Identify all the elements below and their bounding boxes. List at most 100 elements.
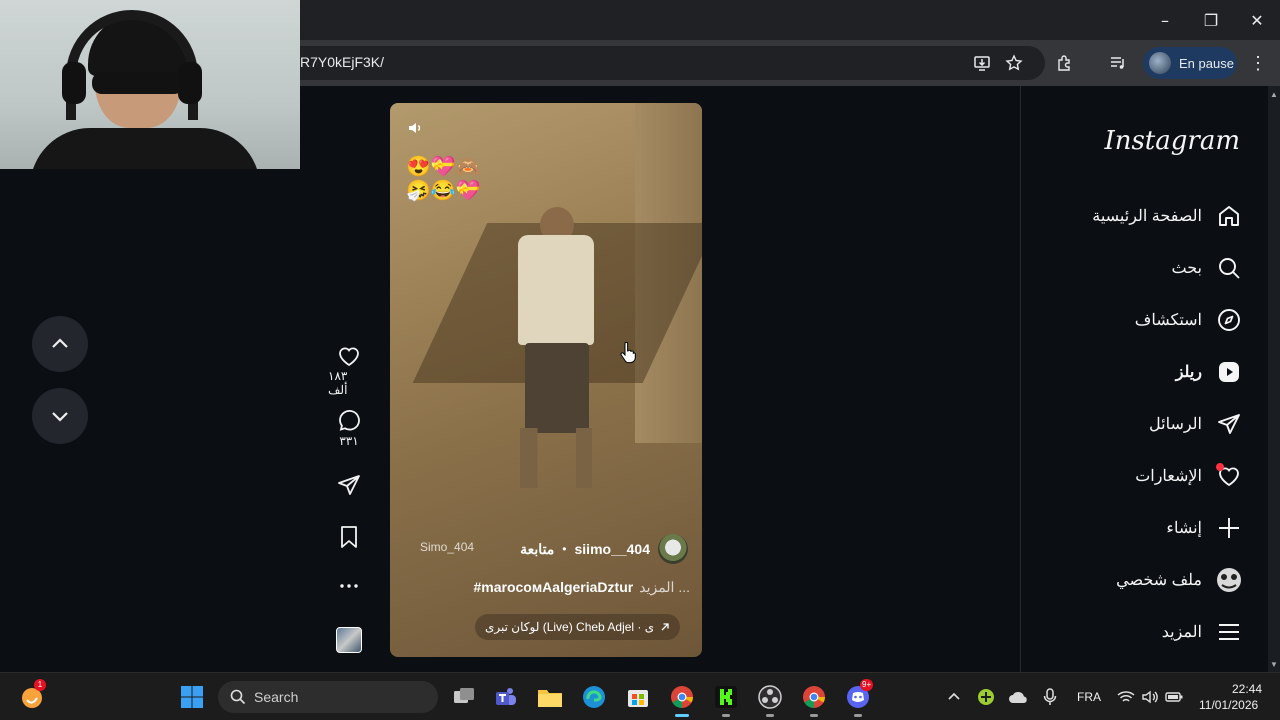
address-bar[interactable] [280, 46, 1045, 80]
previous-reel-button[interactable] [32, 316, 88, 372]
audio-thumbnail[interactable] [336, 627, 362, 653]
arrow-up-right-icon [661, 623, 669, 631]
profile-avatar [1149, 52, 1171, 74]
sidebar-item-label: ملف شخصي [1116, 572, 1202, 589]
compass-icon [1216, 307, 1242, 333]
webcam-person-shirt [30, 128, 260, 169]
heart-icon [1216, 463, 1242, 489]
close-icon[interactable]: ✕ [1234, 0, 1280, 40]
video-person-legs [525, 343, 589, 433]
share-action [328, 473, 370, 497]
follow-button[interactable]: متابعة [520, 541, 554, 558]
sidebar-item-label: بحث [1171, 260, 1203, 277]
taskbar-search-label: Search [254, 689, 299, 705]
sidebar-item-label: إنشاء [1166, 520, 1202, 537]
like-action: ١٨٣ ألف [328, 345, 370, 397]
windows-taskbar: 1 Search 9+ FRA 22:44 11/01/2026 [0, 672, 1280, 720]
clock-time[interactable]: 22:44 [1232, 682, 1262, 696]
sidebar-item-notifications[interactable]: الإشعارات [1135, 460, 1242, 492]
save-action [328, 525, 370, 549]
reel-caption: #marocoмAalgeriaDztur المزيد ... [450, 579, 690, 596]
chrome-icon[interactable] [668, 683, 696, 717]
webcam-overlay [0, 0, 300, 169]
webcam-headset [66, 10, 198, 120]
bookmark-icon[interactable] [338, 525, 360, 549]
sidebar-item-explore[interactable]: استكشاف [1135, 304, 1242, 336]
language-indicator[interactable]: FRA [1077, 690, 1101, 704]
more-horizontal-icon[interactable] [337, 578, 361, 594]
author-avatar[interactable] [658, 534, 688, 564]
page-scrollbar[interactable]: ▲ ▼ [1268, 86, 1280, 672]
chevron-up-icon[interactable] [940, 683, 968, 711]
task-view-icon[interactable] [450, 683, 478, 711]
sidebar-item-home[interactable]: الصفحة الرئيسية [1092, 200, 1242, 232]
scroll-up-icon[interactable]: ▲ [1270, 90, 1278, 99]
sidebar-item-label: ريلز [1175, 364, 1202, 381]
sidebar-item-profile[interactable]: ملف شخصي [1116, 564, 1242, 596]
heart-icon[interactable] [337, 345, 361, 367]
active-app-indicator [675, 714, 689, 717]
like-count: ١٨٣ ألف [328, 369, 348, 397]
running-app-indicator [854, 714, 862, 717]
kick-app-icon[interactable] [712, 683, 740, 717]
author-username[interactable]: siimo__404 [575, 541, 651, 557]
install-app-icon[interactable] [968, 49, 996, 77]
clock-date[interactable]: 11/01/2026 [1199, 698, 1258, 712]
widgets-app-icon[interactable]: 1 [18, 679, 46, 711]
webcam-headset-ear-right [178, 62, 202, 104]
audio-track-pill[interactable]: لوكان تبرى (Live) Cheb Adjel · ى [475, 614, 681, 640]
sound-toggle-icon[interactable] [404, 117, 426, 139]
tray-app-icon[interactable] [972, 683, 1000, 711]
sidebar-item-search[interactable]: بحث [1172, 252, 1243, 284]
battery-icon[interactable] [1160, 683, 1188, 711]
chevron-down-icon [52, 412, 68, 422]
chrome-profile-icon[interactable] [800, 683, 828, 717]
microsoft-store-icon[interactable] [624, 683, 652, 711]
comment-action: ٣٣١ [328, 408, 370, 448]
home-icon [1216, 203, 1242, 229]
sidebar-item-label: المزيد [1161, 624, 1202, 641]
minimize-icon[interactable]: – [1142, 0, 1188, 40]
file-explorer-icon[interactable] [536, 683, 564, 711]
hand-cursor-icon [620, 342, 636, 364]
instagram-sidebar: Instagram الصفحة الرئيسية بحث استكشاف ري… [1020, 86, 1268, 672]
browser-menu-icon[interactable]: ⋮ [1249, 53, 1267, 73]
restore-icon[interactable]: ❐ [1188, 0, 1234, 40]
running-app-indicator [722, 714, 730, 717]
sidebar-item-messages[interactable]: الرسائل [1149, 408, 1242, 440]
separator-dot: • [562, 542, 567, 556]
caption-hashtags[interactable]: #marocoмAalgeriaDztur [473, 579, 633, 596]
teams-icon[interactable] [492, 683, 520, 711]
microphone-icon[interactable] [1036, 683, 1064, 711]
next-reel-button[interactable] [32, 388, 88, 444]
audio-track-label: لوكان تبرى (Live) Cheb Adjel · ى [485, 620, 655, 634]
comment-icon[interactable] [337, 408, 361, 432]
sidebar-item-label: الرسائل [1149, 416, 1202, 433]
obs-studio-icon[interactable] [756, 683, 784, 717]
sidebar-item-label: الإشعارات [1135, 468, 1202, 485]
sidebar-item-create[interactable]: إنشاء [1166, 512, 1242, 544]
notification-dot [1216, 463, 1224, 471]
edge-browser-icon[interactable] [580, 683, 608, 711]
onedrive-cloud-icon[interactable] [1004, 683, 1032, 711]
bookmark-star-icon[interactable] [1000, 49, 1028, 77]
reel-video[interactable]: 😍💝🙈 🤧😂💝 Simo_404 متابعة • siimo__404 #ma… [390, 103, 702, 657]
instagram-logo[interactable]: Instagram [1104, 126, 1240, 156]
paper-plane-icon[interactable] [337, 473, 361, 497]
media-control-icon[interactable] [1104, 49, 1132, 77]
taskbar-search[interactable]: Search [218, 681, 438, 713]
discord-icon[interactable]: 9+ [844, 679, 874, 717]
running-app-indicator [766, 714, 774, 717]
sidebar-item-more[interactable]: المزيد [1162, 616, 1242, 648]
widgets-badge: 1 [34, 679, 46, 691]
url-text[interactable]: R7Y0kEjF3K/ [300, 54, 384, 70]
caption-more-link[interactable]: المزيد ... [639, 579, 690, 596]
extensions-icon[interactable] [1051, 49, 1079, 77]
scroll-down-icon[interactable]: ▼ [1270, 660, 1278, 669]
paper-plane-icon [1216, 411, 1242, 437]
profile-status-label: En pause [1179, 55, 1234, 71]
sidebar-item-reels[interactable]: ريلز [1176, 356, 1242, 388]
profile-chip[interactable]: En pause [1143, 47, 1237, 79]
start-button-icon[interactable] [178, 683, 206, 711]
chevron-up-icon [52, 338, 68, 348]
